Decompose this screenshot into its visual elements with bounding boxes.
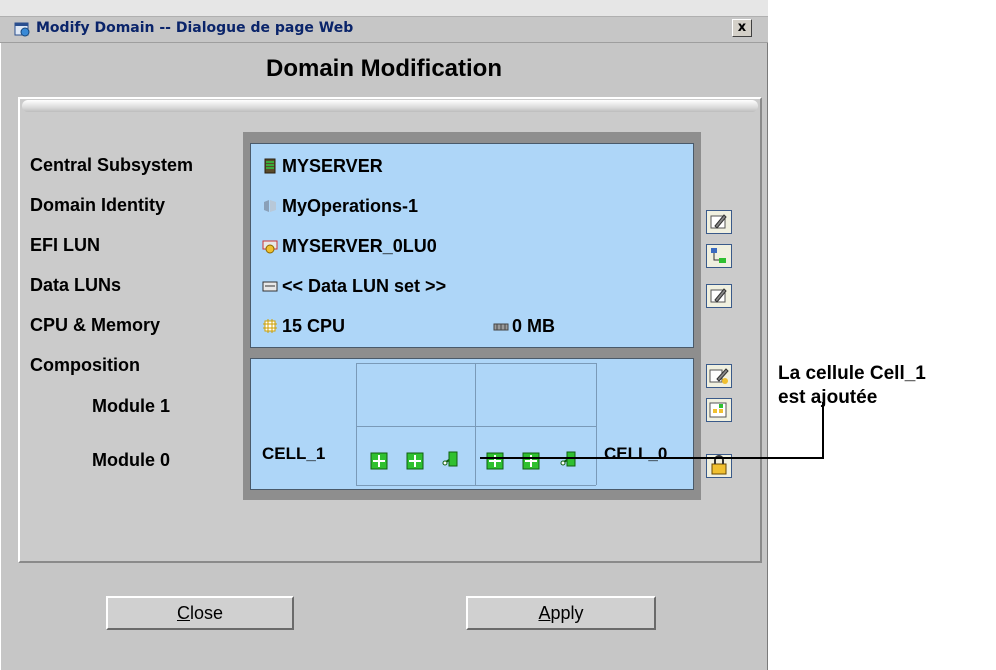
data-luns-value[interactable]: << Data LUN set >> <box>282 276 446 297</box>
composition-label: Composition <box>30 355 140 375</box>
module-io-icon[interactable] <box>442 450 460 468</box>
grid-line <box>356 363 596 364</box>
edit-icon <box>710 288 727 303</box>
apply-mnemonic: A <box>538 603 551 623</box>
disk-icon <box>262 240 278 254</box>
edit-domain-button[interactable] <box>706 210 732 234</box>
memory-value[interactable]: 0 MB <box>512 316 555 337</box>
web-dialog-icon <box>14 22 30 37</box>
close-label: lose <box>189 603 224 623</box>
module-cpu-icon[interactable] <box>406 452 424 470</box>
domain-identity-value[interactable]: MyOperations-1 <box>282 196 418 217</box>
cpu-value[interactable]: 15 CPU <box>282 316 345 337</box>
cell-1-label[interactable]: CELL_1 <box>262 444 325 464</box>
cpu-memory-label: CPU & Memory <box>30 315 161 335</box>
cpu-icon <box>263 319 277 333</box>
efi-lun-label: EFI LUN <box>30 235 100 255</box>
module-cpu-icon[interactable] <box>370 452 388 470</box>
page-title: Domain Modification <box>266 55 502 82</box>
server-icon <box>264 158 276 174</box>
callout-pointer <box>480 402 824 459</box>
callout-line-1: La cellule Cell_1 <box>778 363 926 384</box>
panel-header-bar <box>22 100 758 112</box>
close-window-button[interactable]: x <box>732 19 752 37</box>
central-subsystem-value[interactable]: MYSERVER <box>282 156 383 177</box>
grid-line <box>356 363 357 485</box>
edit-icon <box>710 214 727 229</box>
close-button[interactable]: Close <box>106 596 294 630</box>
lun-icon <box>262 281 278 292</box>
wizard-icon <box>709 368 729 384</box>
tree-view-button[interactable] <box>706 244 732 268</box>
domain-icon <box>264 200 276 212</box>
apply-label: pply <box>550 603 584 623</box>
edit-lun-button[interactable] <box>706 284 732 308</box>
central-subsystem-label: Central Subsystem <box>30 155 194 175</box>
domain-identity-label: Domain Identity <box>30 195 166 215</box>
data-luns-label: Data LUNs <box>30 275 122 295</box>
tree-icon <box>711 248 726 263</box>
close-mnemonic: C <box>176 603 190 623</box>
module-0-label: Module 0 <box>92 450 171 470</box>
apply-button[interactable]: Apply <box>466 596 656 630</box>
memory-icon <box>493 323 509 331</box>
efi-lun-value[interactable]: MYSERVER_0LU0 <box>282 236 437 257</box>
window-title: Modify Domain -- Dialogue de page Web <box>36 20 354 36</box>
background-strip <box>0 0 768 17</box>
composition-edit-button[interactable] <box>706 364 732 388</box>
module-1-label: Module 1 <box>92 396 171 416</box>
grid-line <box>356 485 596 486</box>
